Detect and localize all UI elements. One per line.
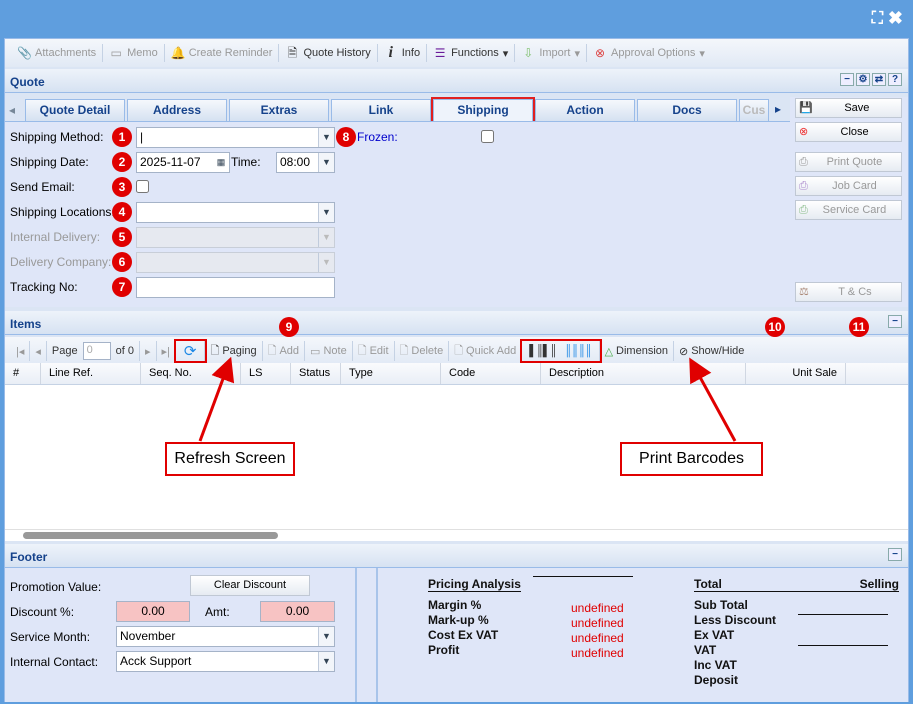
print-barcodes-callout: Print Barcodes [620, 442, 763, 476]
barcodes-arrow [689, 357, 737, 442]
refresh-arrow [198, 356, 235, 442]
refresh-screen-callout: Refresh Screen [165, 442, 295, 476]
annotation-arrows [198, 356, 737, 442]
